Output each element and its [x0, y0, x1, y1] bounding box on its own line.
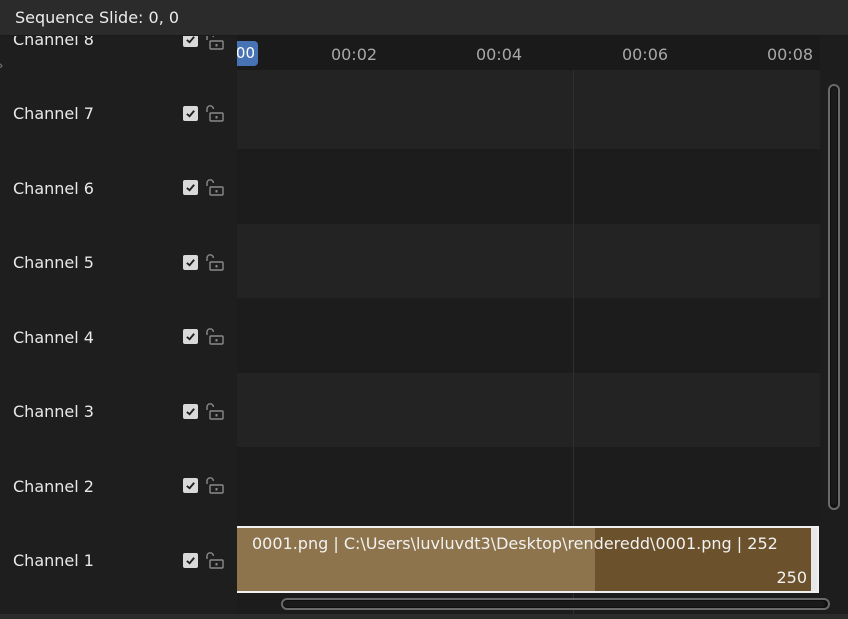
channel-mute-checkbox[interactable] — [183, 106, 198, 121]
image-strip[interactable]: 0001.png | C:\Users\luvluvdt3\Desktop\re… — [237, 526, 819, 593]
channel-label: Channel 1 — [13, 550, 94, 570]
chevron-right-icon[interactable]: › — [0, 58, 8, 74]
status-text: Sequence Slide: 0, 0 — [15, 8, 180, 27]
vertical-scrollbar-thumb[interactable] — [831, 87, 837, 505]
lock-open-icon[interactable] — [203, 551, 225, 569]
channel-mute-checkbox[interactable] — [183, 553, 198, 568]
ruler-tick-label: 00:08 — [766, 45, 814, 64]
channel-lane-5[interactable] — [237, 224, 820, 298]
horizontal-scrollbar-thumb[interactable] — [284, 601, 825, 607]
channel-label: Channel 5 — [13, 252, 94, 272]
lock-open-icon[interactable] — [203, 104, 225, 122]
channel-row-2[interactable]: Channel 2 — [0, 471, 237, 501]
channel-lane-2[interactable] — [237, 447, 820, 522]
ruler-tick-label: 00:04 — [475, 45, 523, 64]
status-bar: Sequence Slide: 0, 0 — [0, 0, 848, 36]
channel-label: Channel 6 — [13, 178, 94, 198]
channel-mute-checkbox[interactable] — [183, 180, 198, 195]
channel-lane-4[interactable] — [237, 298, 820, 373]
channel-mute-checkbox[interactable] — [183, 478, 198, 493]
channel-row-6[interactable]: Channel 6 — [0, 173, 237, 203]
strip-label: 0001.png | C:\Users\luvluvdt3\Desktop\re… — [252, 534, 778, 553]
channel-label: Channel 4 — [13, 327, 94, 347]
channel-mute-checkbox[interactable] — [183, 404, 198, 419]
lock-open-icon[interactable] — [203, 178, 225, 196]
strip-right-handle[interactable] — [811, 528, 817, 591]
lock-open-icon[interactable] — [203, 327, 225, 345]
channel-row-8[interactable]: Channel 8 — [0, 36, 237, 54]
ruler-tick-label: 00:02 — [330, 45, 378, 64]
editor-bottom-border — [0, 614, 848, 619]
channel-mute-checkbox[interactable] — [183, 255, 198, 270]
channel-label: Channel 7 — [13, 103, 94, 123]
channel-mute-checkbox[interactable] — [183, 329, 198, 344]
horizontal-scrollbar[interactable] — [281, 598, 830, 610]
channel-row-1[interactable]: Channel 1 — [0, 545, 237, 575]
sequencer-timeline[interactable]: 00 00:02 00:04 00:06 00:08 0001.png | C:… — [237, 36, 820, 616]
channel-label: Channel 3 — [13, 401, 94, 421]
channel-label: Channel 8 — [13, 36, 94, 49]
channel-lane-6[interactable] — [237, 149, 820, 224]
lock-open-icon[interactable] — [203, 253, 225, 271]
strip-length: 250 — [776, 568, 807, 587]
ruler-tick-label: 00:06 — [621, 45, 669, 64]
lock-open-icon[interactable] — [203, 36, 225, 50]
channel-lane-3[interactable] — [237, 373, 820, 447]
channel-list-panel: › Channel 8 Channel 7 Channel 6 Channel … — [0, 36, 237, 616]
lock-open-icon[interactable] — [203, 402, 225, 420]
channel-row-7[interactable]: Channel 7 — [0, 98, 237, 128]
channel-row-5[interactable]: Channel 5 — [0, 247, 237, 277]
vertical-scrollbar[interactable] — [828, 84, 840, 510]
lock-open-icon[interactable] — [203, 476, 225, 494]
current-frame-indicator[interactable]: 00 — [237, 41, 258, 66]
channel-lane-7[interactable] — [237, 70, 820, 149]
channel-row-4[interactable]: Channel 4 — [0, 322, 237, 352]
channel-mute-checkbox[interactable] — [183, 36, 198, 47]
channel-label: Channel 2 — [13, 476, 94, 496]
time-ruler[interactable]: 00 00:02 00:04 00:06 00:08 — [237, 36, 820, 70]
channel-row-3[interactable]: Channel 3 — [0, 396, 237, 426]
